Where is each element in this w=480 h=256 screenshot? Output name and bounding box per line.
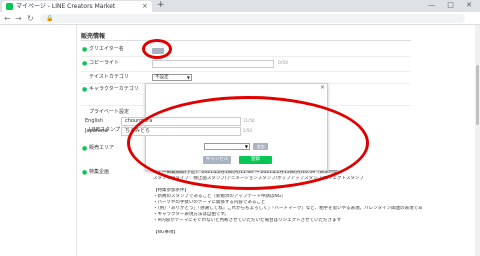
browser-tab[interactable]: マイページ - LINE Creators Market × <box>2 1 152 12</box>
required-bullet-icon: ● <box>82 86 88 93</box>
creator-name-label: クリエイター名 <box>89 46 124 52</box>
new-tab-icon[interactable]: + <box>157 0 165 11</box>
browser-tab-bar: マイページ - LINE Creators Market × + — □ ✕ <box>0 0 480 12</box>
scrollbar[interactable] <box>475 25 480 256</box>
url-field[interactable]: 🔒 <box>40 14 465 23</box>
section-title: 販売情報 <box>81 33 106 40</box>
english-name-input[interactable]: chourotora <box>121 117 241 126</box>
feature-line: 【NG事項】 <box>153 230 178 235</box>
divider <box>76 25 77 256</box>
character-category-label: キャラクターカテゴリ <box>89 86 139 92</box>
japanese-counter: 5/50 <box>243 128 252 133</box>
register-button[interactable]: 登録 <box>239 156 272 164</box>
line-favicon-icon <box>6 3 13 10</box>
required-bullet-icon: ● <box>82 145 88 152</box>
reload-icon[interactable]: ↻ <box>27 13 34 24</box>
japanese-name-input[interactable]: ちるみとら <box>121 127 241 136</box>
taste-category-label: テイストカテゴリ <box>89 74 129 80</box>
tab-title: マイページ - LINE Creators Market <box>16 3 116 10</box>
chevron-down-icon: ▼ <box>244 144 248 149</box>
scroll-thumb[interactable] <box>476 65 479 125</box>
creator-name-edit-button[interactable] <box>152 48 164 54</box>
window-controls[interactable]: — □ ✕ <box>428 0 477 11</box>
forward-icon[interactable]: → <box>15 13 22 24</box>
copyright-input[interactable] <box>152 60 274 68</box>
chevron-down-icon: ▼ <box>186 75 190 80</box>
back-icon[interactable]: ← <box>4 13 11 24</box>
feature-label: 特集企画 <box>89 169 110 175</box>
taste-category-select[interactable]: 不設定 ▼ <box>152 74 192 81</box>
copyright-counter: 0/50 <box>278 61 289 66</box>
add-language-button[interactable]: 追加 <box>253 143 268 150</box>
close-icon[interactable]: × <box>320 84 325 91</box>
language-select[interactable]: ▼ <box>204 143 250 150</box>
required-bullet-icon: ● <box>82 169 88 176</box>
cancel-button[interactable]: キャンセル <box>203 156 231 164</box>
divider <box>81 71 411 72</box>
sales-area-label: 販売エリア <box>89 145 115 151</box>
english-counter: 11/50 <box>243 118 255 123</box>
divider <box>81 56 411 57</box>
taste-category-value: 不設定 <box>155 75 169 80</box>
lock-icon: 🔒 <box>46 15 54 22</box>
screen: { "browser": { "tab_title": "マイページ - LIN… <box>0 0 480 256</box>
required-bullet-icon: ● <box>82 46 88 53</box>
copyright-label: コピーライト <box>89 60 120 66</box>
japanese-label: Japanese <box>85 128 108 134</box>
private-setting-label: プライベート設定 <box>89 109 130 115</box>
divider <box>81 40 411 41</box>
english-label: English <box>85 118 104 124</box>
address-bar: ← → ↻ 🔒 <box>0 12 480 25</box>
required-bullet-icon: ● <box>82 60 88 67</box>
tab-close-icon[interactable]: × <box>142 1 148 11</box>
